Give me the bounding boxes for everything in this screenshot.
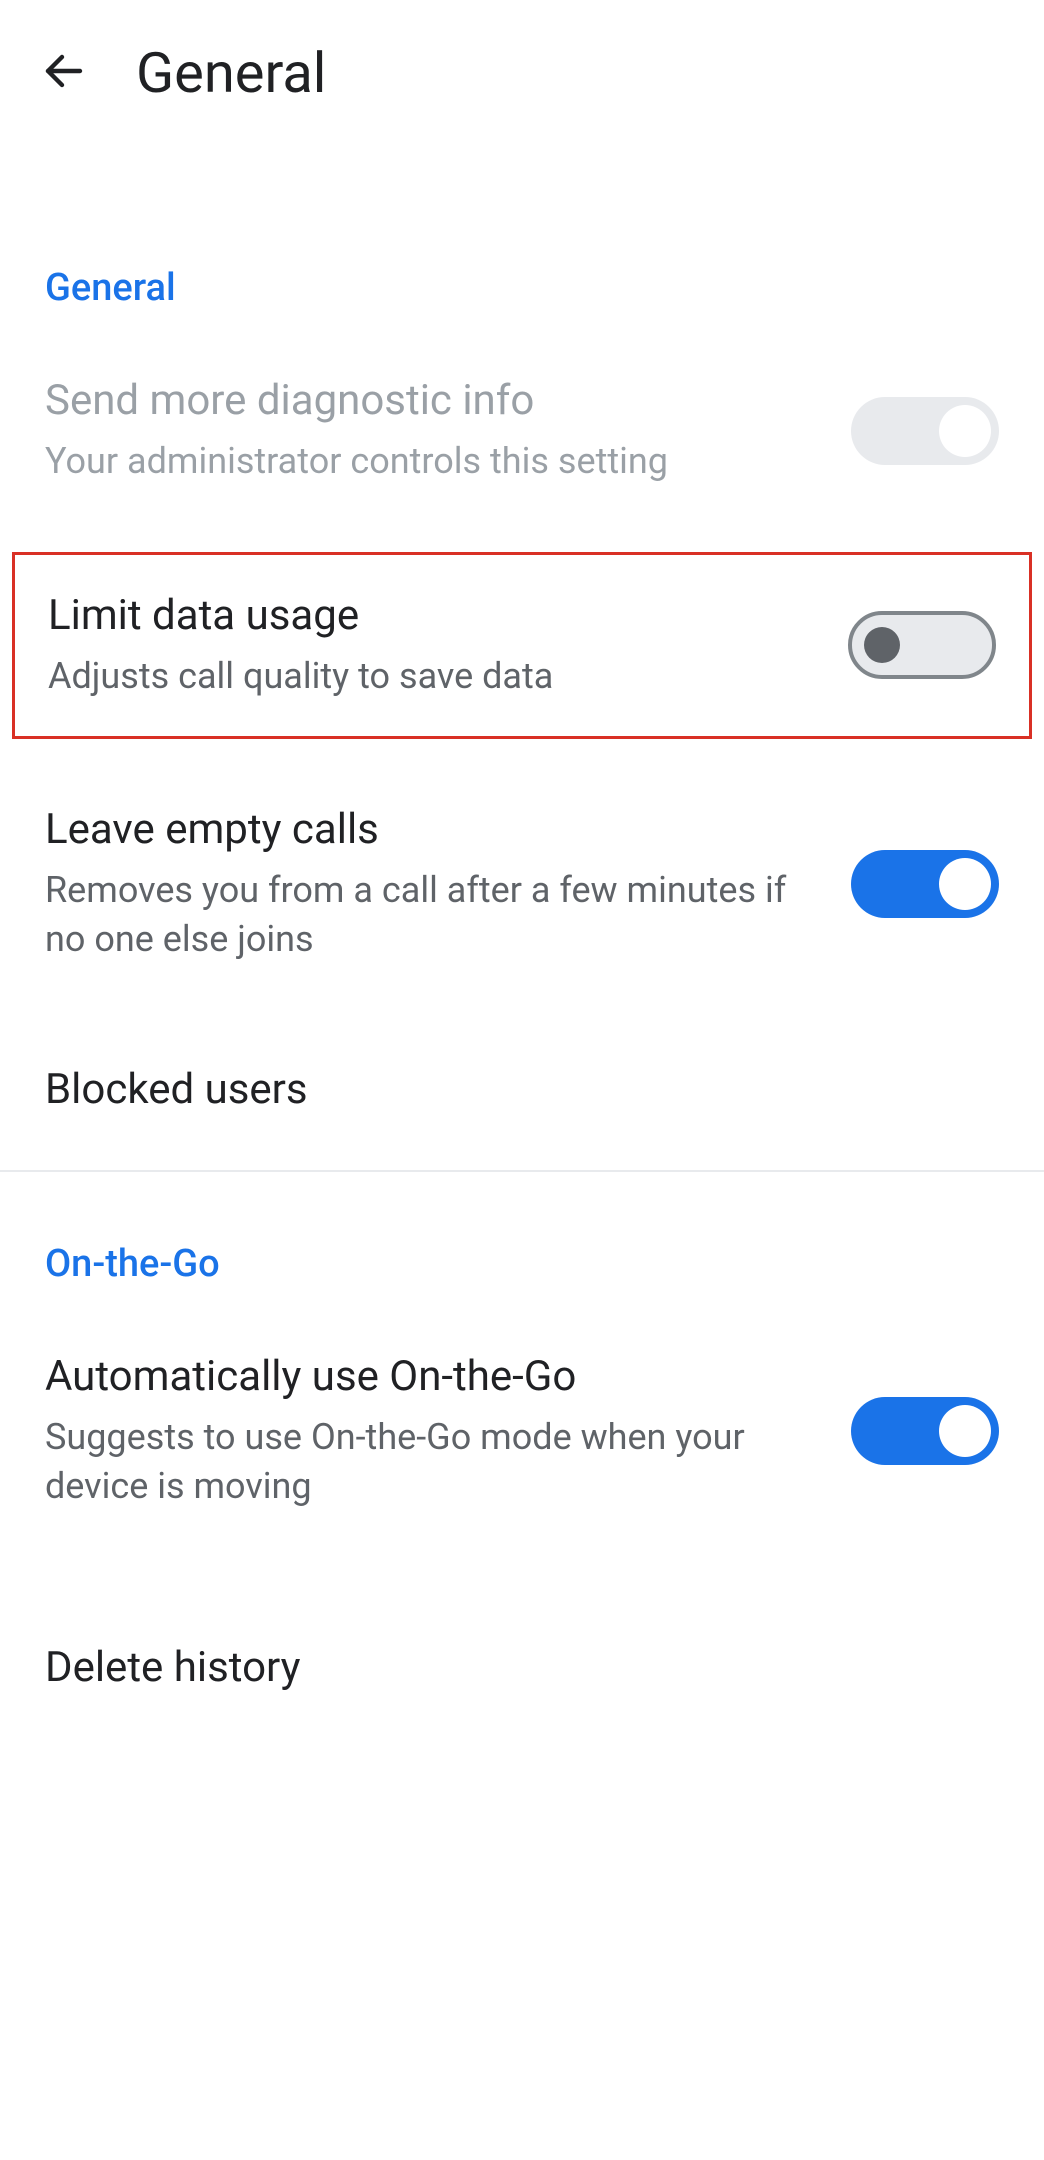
setting-title: Send more diagnostic info [45,376,821,425]
toggle-auto-on-the-go[interactable] [851,1397,999,1465]
setting-blocked-users[interactable]: Blocked users [0,1029,1044,1150]
setting-auto-on-the-go[interactable]: Automatically use On-the-Go Suggests to … [0,1316,1044,1546]
toggle-limit-data[interactable] [848,611,996,679]
setting-leave-empty-calls[interactable]: Leave empty calls Removes you from a cal… [0,769,1044,999]
setting-delete-history[interactable]: Delete history [0,1607,1044,1728]
toggle-diagnostic [851,397,999,465]
setting-description: Suggests to use On-the-Go mode when your… [45,1413,821,1510]
setting-description: Removes you from a call after a few minu… [45,866,821,963]
setting-description: Adjusts call quality to save data [48,652,818,701]
section-header-general: General [0,226,1044,340]
setting-description: Your administrator controls this setting [45,437,821,486]
toggle-leave-empty[interactable] [851,850,999,918]
section-header-on-the-go: On-the-Go [0,1202,1044,1316]
highlight-limit-data: Limit data usage Adjusts call quality to… [12,552,1032,740]
setting-title: Delete history [45,1643,999,1692]
setting-title: Leave empty calls [45,805,821,854]
setting-title: Blocked users [45,1065,999,1114]
setting-limit-data[interactable]: Limit data usage Adjusts call quality to… [15,555,1029,737]
setting-title: Automatically use On-the-Go [45,1352,821,1401]
back-icon[interactable] [40,47,88,99]
page-title: General [136,40,326,106]
setting-title: Limit data usage [48,591,818,640]
setting-diagnostic-info: Send more diagnostic info Your administr… [0,340,1044,522]
app-header: General [0,0,1044,146]
